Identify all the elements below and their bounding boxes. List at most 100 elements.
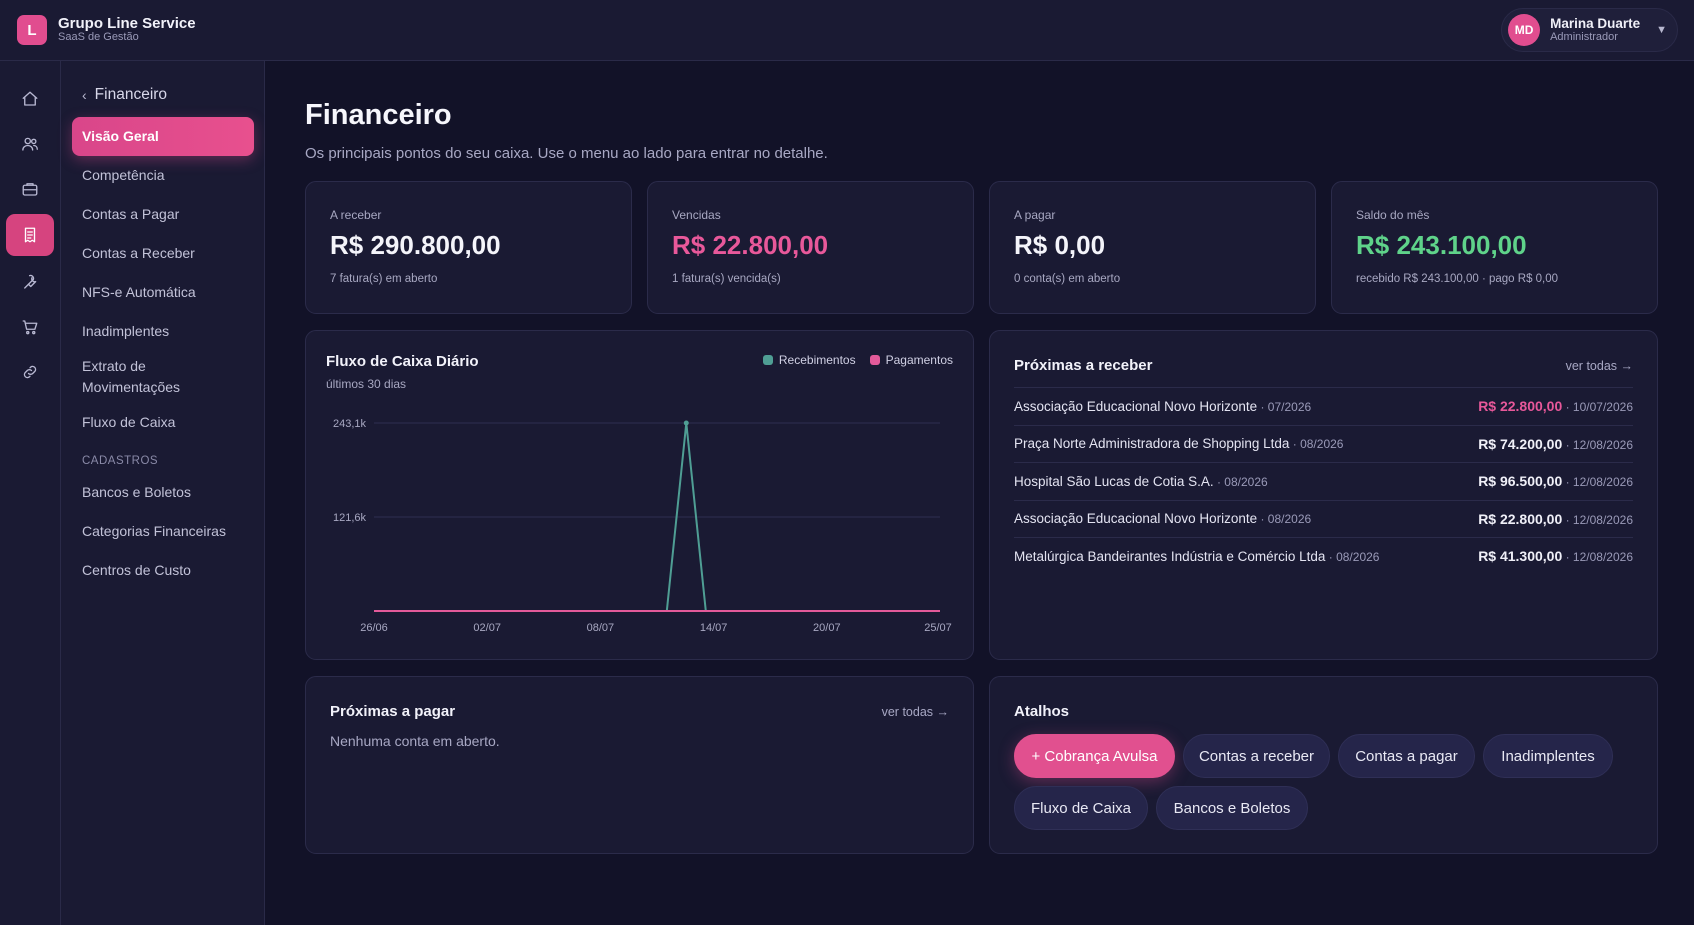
nav-item-categorias[interactable]: Categorias Financeiras <box>72 512 254 551</box>
row-client: Praça Norte Administradora de Shopping L… <box>1014 436 1290 452</box>
payables-see-all-link[interactable]: ver todas → <box>882 705 949 719</box>
row-due-date: · 12/08/2026 <box>1562 475 1633 490</box>
nav-item-nfse[interactable]: NFS-e Automática <box>72 273 254 312</box>
row-amount: R$ 22.800,00 <box>1478 398 1563 415</box>
payables-card: Próximas a pagar ver todas → Nenhuma con… <box>305 676 974 854</box>
brand-logo: L <box>17 15 47 45</box>
list-item[interactable]: Metalúrgica Bandeirantes Indústria e Com… <box>1014 537 1633 575</box>
receivables-card: Próximas a receber ver todas → Associaçã… <box>989 330 1658 660</box>
x-tick-label: 25/07 <box>924 622 952 634</box>
row-client: Associação Educacional Novo Horizonte <box>1014 511 1258 527</box>
row-amount: R$ 41.300,00 <box>1478 548 1563 565</box>
list-item[interactable]: Associação Educacional Novo Horizonte · … <box>1014 387 1633 425</box>
stat-card-a-receber: A receber R$ 290.800,00 7 fatura(s) em a… <box>305 181 632 314</box>
users-icon[interactable] <box>6 124 54 163</box>
user-role: Administrador <box>1550 31 1618 44</box>
row-amount: R$ 96.500,00 <box>1478 473 1563 490</box>
nav-item-inadimplentes[interactable]: Inadimplentes <box>72 312 254 351</box>
data-point <box>683 420 689 426</box>
row-competence: · 08/2026 <box>1289 437 1344 452</box>
stat-value: R$ 243.100,00 <box>1356 230 1527 260</box>
wrench-icon[interactable] <box>6 262 54 301</box>
user-menu[interactable]: MD Marina Duarte Administrador ▼ <box>1501 8 1678 52</box>
link-icon[interactable] <box>6 352 54 391</box>
stat-note: recebido R$ 243.100,00 · pago R$ 0,00 <box>1356 273 1559 285</box>
shortcut-contas-a-pagar[interactable]: Contas a pagar <box>1338 734 1475 778</box>
stat-note: 7 fatura(s) em aberto <box>330 273 438 285</box>
stat-label: A receber <box>330 208 382 222</box>
back-link[interactable]: ‹ Financeiro <box>72 83 254 107</box>
nav-item-fluxo-de-caixa[interactable]: Fluxo de Caixa <box>72 403 254 442</box>
brand-subtitle: SaaS de Gestão <box>58 31 139 44</box>
user-name: Marina Duarte <box>1550 15 1641 31</box>
briefcase-icon[interactable] <box>6 169 54 208</box>
nav-item-contas-a-receber[interactable]: Contas a Receber <box>72 234 254 273</box>
row-amount: R$ 74.200,00 <box>1478 435 1563 452</box>
stat-value: R$ 22.800,00 <box>672 230 829 260</box>
row-due-date: · 12/08/2026 <box>1562 512 1633 527</box>
avatar: MD <box>1508 14 1541 46</box>
icon-rail <box>0 61 61 925</box>
row-client: Hospital São Lucas de Cotia S.A. <box>1014 473 1214 489</box>
nav-item-centros-de-custo[interactable]: Centros de Custo <box>72 551 254 590</box>
sub-navigation: ‹ Financeiro Visão Geral Competência Con… <box>61 61 265 925</box>
stat-label: Saldo do mês <box>1356 208 1430 222</box>
list-item[interactable]: Hospital São Lucas de Cotia S.A. · 08/20… <box>1014 462 1633 500</box>
new-charge-button[interactable]: + Cobrança Avulsa <box>1014 734 1175 778</box>
row-competence: · 08/2026 <box>1257 512 1312 527</box>
shortcuts-card: Atalhos + Cobrança Avulsa Contas a receb… <box>989 676 1658 854</box>
receipt-icon[interactable] <box>6 214 54 256</box>
page-subtitle: Os principais pontos do seu caixa. Use o… <box>305 145 828 162</box>
shortcut-bancos-boletos[interactable]: Bancos e Boletos <box>1156 786 1308 830</box>
nav-item-competencia[interactable]: Competência <box>72 156 254 195</box>
x-tick-label: 14/07 <box>700 622 728 634</box>
shortcuts-title: Atalhos <box>1014 703 1070 720</box>
row-client: Associação Educacional Novo Horizonte <box>1014 398 1258 414</box>
x-tick-label: 26/06 <box>360 622 388 634</box>
stat-note: 0 conta(s) em aberto <box>1014 273 1121 285</box>
row-due-date: · 12/08/2026 <box>1562 550 1633 565</box>
x-tick-label: 08/07 <box>587 622 615 634</box>
top-bar: L Grupo Line Service SaaS de Gestão MD M… <box>0 0 1694 61</box>
stat-value: R$ 0,00 <box>1014 230 1106 260</box>
x-tick-label: 02/07 <box>473 622 501 634</box>
row-competence: · 07/2026 <box>1257 399 1312 414</box>
shortcut-inadimplentes[interactable]: Inadimplentes <box>1483 734 1613 778</box>
y-tick-label: 243,1k <box>333 418 367 430</box>
nav-item-visao-geral[interactable]: Visão Geral <box>72 117 254 156</box>
nav-section-label: CADASTROS <box>82 455 159 467</box>
stat-value: R$ 290.800,00 <box>330 230 501 260</box>
stat-card-vencidas: Vencidas R$ 22.800,00 1 fatura(s) vencid… <box>647 181 974 314</box>
row-due-date: · 12/08/2026 <box>1562 437 1633 452</box>
row-competence: · 08/2026 <box>1213 474 1268 489</box>
receivables-list: Associação Educacional Novo Horizonte · … <box>1014 387 1633 575</box>
cart-icon[interactable] <box>6 307 54 346</box>
x-tick-label: 20/07 <box>813 622 841 634</box>
list-item[interactable]: Associação Educacional Novo Horizonte · … <box>1014 499 1633 538</box>
page-title: Financeiro <box>305 99 452 131</box>
back-label: Financeiro <box>94 86 168 103</box>
receivables-see-all-link[interactable]: ver todas → <box>1566 359 1633 373</box>
cashflow-chart: 121,6k 243,1k 26/06 02/07 08/07 14/07 20/07 25/… <box>333 418 952 634</box>
stat-card-saldo: Saldo do mês R$ 243.100,00 recebido R$ 2… <box>1331 181 1658 314</box>
row-client: Metalúrgica Bandeirantes Indústria e Com… <box>1014 548 1326 564</box>
brand-name: Grupo Line Service <box>58 15 196 33</box>
payables-title: Próximas a pagar <box>330 703 456 720</box>
shortcut-fluxo-de-caixa[interactable]: Fluxo de Caixa <box>1014 786 1148 830</box>
y-tick-label: 121,6k <box>333 512 367 524</box>
chevron-down-icon: ▼ <box>1656 24 1667 36</box>
nav-item-bancos-boletos[interactable]: Bancos e Boletos <box>72 473 254 512</box>
home-icon[interactable] <box>6 79 54 118</box>
main-content: Financeiro Os principais pontos do seu c… <box>265 61 1694 925</box>
row-competence: · 08/2026 <box>1325 549 1380 564</box>
payables-empty-message: Nenhuma conta em aberto. <box>330 733 500 749</box>
nav-item-contas-a-pagar[interactable]: Contas a Pagar <box>72 195 254 234</box>
receivables-title: Próximas a receber <box>1014 357 1153 374</box>
brand[interactable]: L Grupo Line Service SaaS de Gestão <box>17 15 196 45</box>
list-item[interactable]: Praça Norte Administradora de Shopping L… <box>1014 424 1633 463</box>
row-due-date: · 10/07/2026 <box>1562 400 1633 415</box>
nav-item-extrato[interactable]: Extrato de Movimentações <box>72 351 254 403</box>
cashflow-card: Fluxo de Caixa Diário últimos 30 dias Re… <box>305 330 974 660</box>
stat-label: A pagar <box>1014 208 1056 222</box>
shortcut-contas-a-receber[interactable]: Contas a receber <box>1183 734 1330 778</box>
